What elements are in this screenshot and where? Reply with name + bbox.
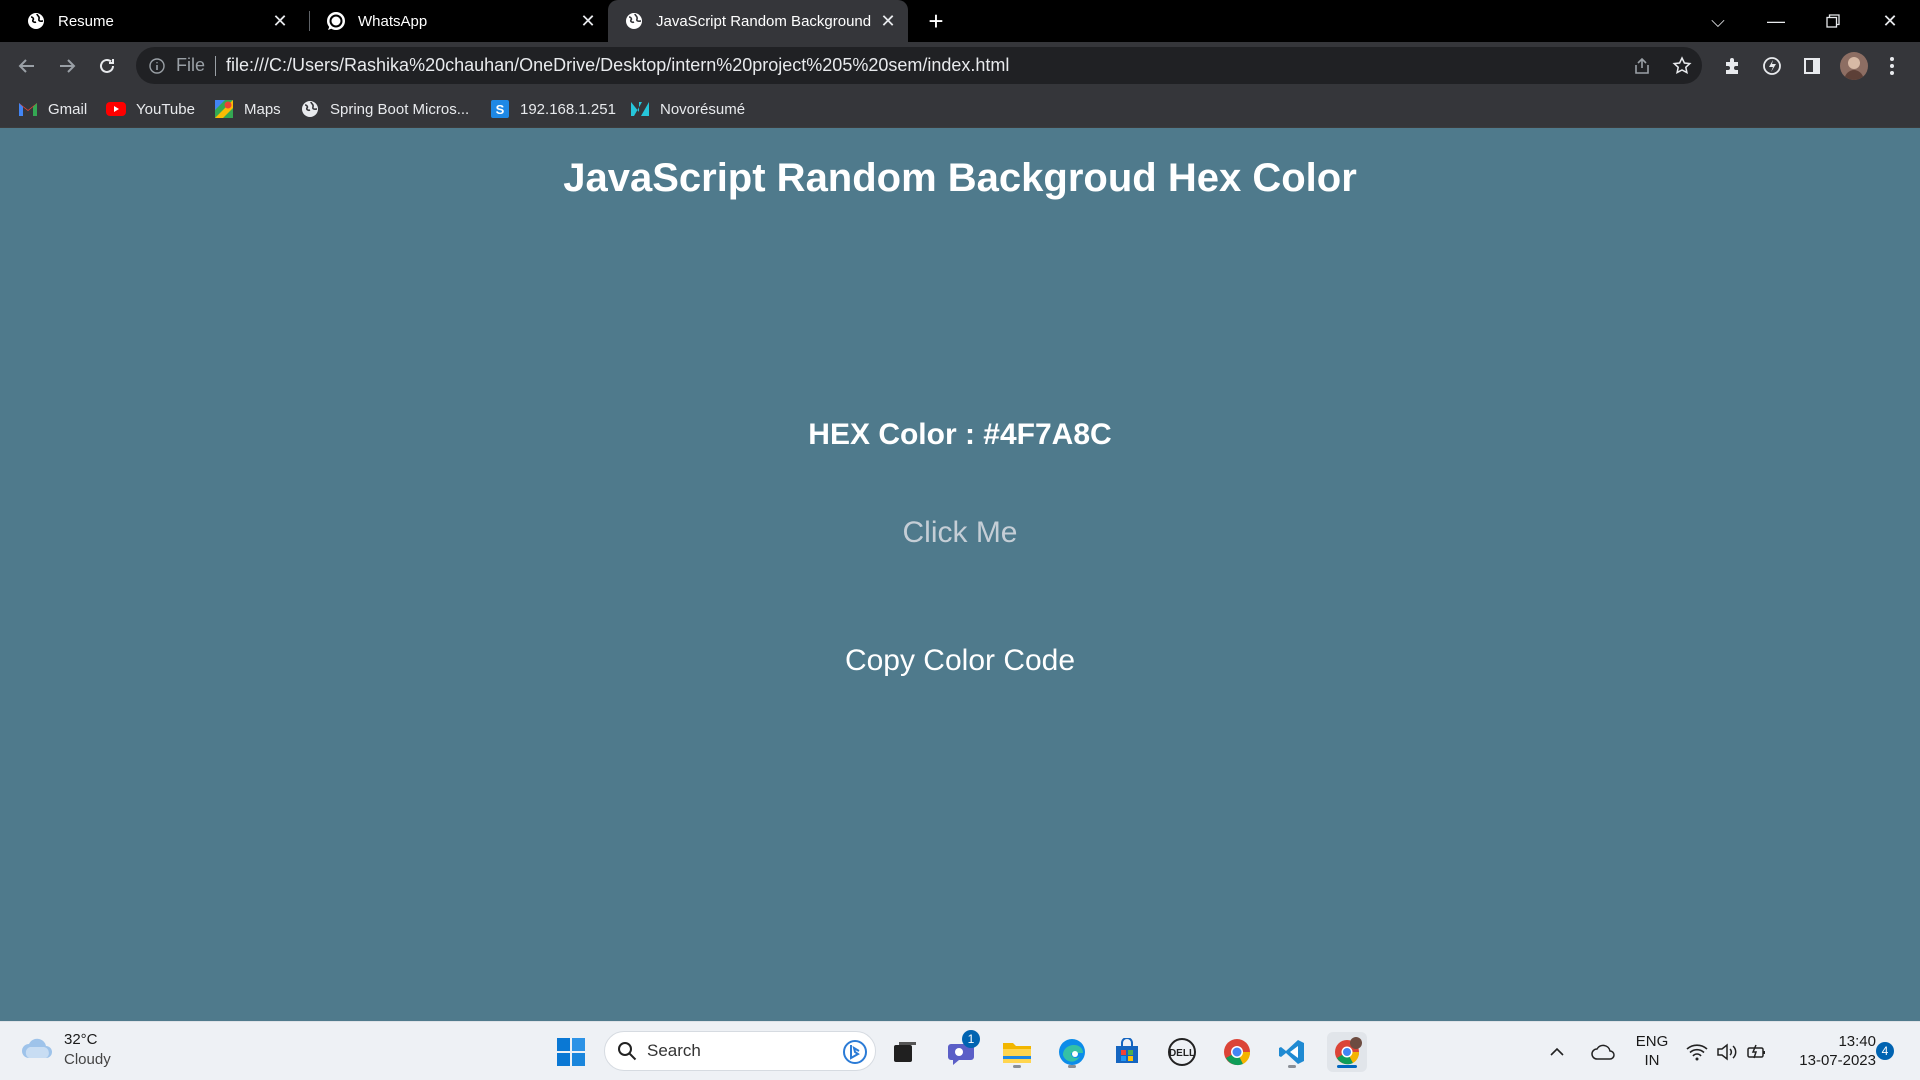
bookmark-star-icon[interactable] [1670, 54, 1694, 78]
windows-taskbar: 32°C Cloudy Search 1 DELL ENG IN 13:40 1… [0, 1021, 1920, 1080]
page-content: JavaScript Random Backgroud Hex Color HE… [0, 128, 1920, 1021]
s-icon: S [490, 99, 510, 119]
share-icon[interactable] [1630, 54, 1654, 78]
url-text[interactable]: file:///C:/Users/Rashika%20chauhan/OneDr… [226, 55, 1009, 76]
windows-start-icon[interactable] [551, 1032, 591, 1072]
running-indicator [1288, 1065, 1296, 1068]
info-icon[interactable] [148, 57, 166, 75]
maps-icon [214, 99, 234, 119]
bookmark-label: Spring Boot Micros... [330, 100, 470, 118]
globe-icon [26, 11, 46, 31]
back-arrow-icon[interactable] [10, 49, 44, 83]
bookmark-label: 192.168.1.251 [520, 100, 616, 118]
teams-chat-icon[interactable]: 1 [942, 1030, 982, 1072]
tab-whatsapp[interactable]: WhatsApp ✕ [300, 0, 608, 42]
bookmark-gmail[interactable]: Gmail [18, 98, 87, 120]
notification-badge[interactable]: 4 [1876, 1042, 1894, 1060]
bookmark-novoresume[interactable]: Novorésumé [630, 98, 745, 120]
svg-text:DELL: DELL [1169, 1048, 1195, 1059]
youtube-icon [106, 99, 126, 119]
tab-resume[interactable]: Resume ✕ [0, 0, 300, 42]
tab-title: JavaScript Random Background H [656, 12, 876, 30]
address-bar[interactable]: File file:///C:/Users/Rashika%20chauhan/… [136, 47, 1702, 84]
close-tab-icon[interactable]: ✕ [876, 9, 900, 33]
novoresume-icon [630, 99, 650, 119]
profile-avatar[interactable] [1840, 52, 1868, 80]
onedrive-cloud-icon[interactable] [1586, 1032, 1620, 1072]
bookmark-spring-boot[interactable]: Spring Boot Micros... [300, 98, 469, 120]
bing-icon[interactable] [843, 1040, 867, 1064]
bookmark-label: Maps [244, 100, 281, 118]
weather-temp: 32°C [64, 1031, 98, 1048]
weather-widget[interactable]: 32°C Cloudy [20, 1030, 111, 1070]
restore-icon[interactable] [1805, 0, 1861, 42]
reload-icon[interactable] [90, 49, 124, 83]
copy-color-code-button[interactable]: Copy Color Code [800, 636, 1120, 686]
page-title: JavaScript Random Backgroud Hex Color [563, 156, 1357, 200]
bookmark-maps[interactable]: Maps [214, 98, 281, 120]
clock-date: 13-07-2023 [1799, 1052, 1876, 1069]
weather-condition: Cloudy [64, 1051, 111, 1068]
browser-toolbar: File file:///C:/Users/Rashika%20chauhan/… [0, 42, 1920, 89]
tab-active-page[interactable]: JavaScript Random Background H ✕ [608, 0, 908, 42]
svg-text:S: S [496, 102, 505, 117]
globe-icon [300, 99, 320, 119]
bookmark-youtube[interactable]: YouTube [106, 98, 195, 120]
bookmark-label: YouTube [136, 100, 195, 118]
new-tab-button[interactable]: + [922, 6, 950, 36]
dell-icon[interactable]: DELL [1162, 1032, 1202, 1072]
bookmarks-bar: Gmail YouTube Maps Spring Boot Micros...… [0, 89, 1920, 128]
search-placeholder: Search [647, 1041, 701, 1060]
language-indicator[interactable]: ENG IN [1632, 1032, 1672, 1070]
whatsapp-icon [326, 11, 346, 31]
scheme-label: File [176, 55, 206, 75]
chrome-profile-active-icon[interactable] [1327, 1032, 1367, 1072]
click-me-button[interactable]: Click Me [860, 508, 1060, 558]
close-tab-icon[interactable]: ✕ [576, 9, 600, 33]
forward-arrow-icon[interactable] [50, 49, 84, 83]
file-explorer-icon[interactable] [997, 1032, 1037, 1072]
task-view-icon[interactable] [885, 1032, 925, 1072]
bookmark-ip[interactable]: S 192.168.1.251 [490, 98, 616, 120]
extensions-puzzle-icon[interactable] [1720, 54, 1744, 78]
taskbar-search-input[interactable]: Search [604, 1031, 876, 1071]
vscode-icon[interactable] [1272, 1032, 1312, 1072]
divider [215, 55, 217, 76]
bookmark-label: Novorésumé [660, 100, 746, 118]
language-code: ENG [1635, 1033, 1669, 1050]
close-window-icon[interactable]: ✕ [1862, 0, 1918, 42]
chrome-icon[interactable] [1217, 1032, 1257, 1072]
close-tab-icon[interactable]: ✕ [268, 9, 292, 33]
cloud-icon [20, 1036, 54, 1065]
tab-title: Resume [58, 12, 114, 30]
minimize-icon[interactable]: — [1748, 0, 1804, 42]
menu-kebab-icon[interactable] [1880, 54, 1904, 78]
bookmark-label: Gmail [48, 100, 88, 118]
tab-strip: Resume ✕ WhatsApp ✕ JavaScript Random Ba… [0, 0, 1920, 42]
running-indicator [1337, 1065, 1357, 1068]
show-hidden-icons-chevron-icon[interactable] [1542, 1032, 1572, 1072]
hex-color-label: HEX Color : #4F7A8C [808, 418, 1112, 451]
side-panel-icon[interactable] [1800, 54, 1824, 78]
search-icon [617, 1041, 637, 1061]
volume-icon[interactable] [1714, 1032, 1740, 1072]
teams-badge: 1 [962, 1030, 980, 1048]
microsoft-store-icon[interactable] [1107, 1032, 1147, 1072]
clock[interactable]: 13:40 13-07-2023 [1780, 1032, 1876, 1070]
tab-search-chevron-icon[interactable]: ⌵ [1690, 0, 1746, 42]
running-indicator [1013, 1065, 1021, 1068]
performance-icon[interactable] [1760, 54, 1784, 78]
gmail-icon [18, 99, 38, 119]
wifi-icon[interactable] [1684, 1032, 1710, 1072]
edge-browser-icon[interactable] [1052, 1032, 1092, 1072]
clock-time: 13:40 [1838, 1033, 1876, 1050]
running-indicator [1068, 1065, 1076, 1068]
language-region: IN [1644, 1052, 1660, 1069]
battery-icon[interactable] [1744, 1032, 1770, 1072]
globe-icon [624, 11, 644, 31]
tab-title: WhatsApp [358, 12, 428, 30]
